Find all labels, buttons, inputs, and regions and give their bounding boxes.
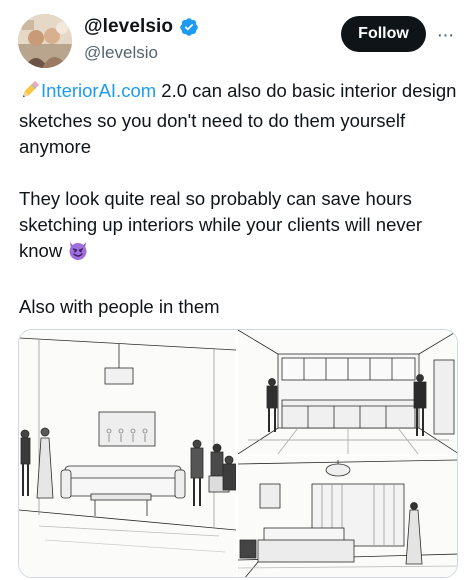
tweet-paragraph-3: Also with people in them bbox=[19, 296, 220, 317]
handle[interactable]: @levelsio bbox=[84, 43, 199, 63]
interiorai-link[interactable]: InteriorAI.com bbox=[41, 80, 156, 101]
kitchen-sketch[interactable] bbox=[238, 330, 457, 454]
author-names: @levelsio @levelsio bbox=[84, 16, 199, 63]
tweet-text: InteriorAI.com 2.0 can also do basic int… bbox=[19, 78, 459, 320]
tweet-header: @levelsio @levelsio Follow ··· bbox=[0, 0, 475, 80]
avatar[interactable] bbox=[18, 14, 72, 68]
more-icon[interactable]: ··· bbox=[432, 22, 458, 48]
media-grid bbox=[18, 329, 458, 578]
bedroom-sketch[interactable] bbox=[238, 456, 457, 577]
display-name[interactable]: @levelsio bbox=[84, 16, 173, 38]
living-room-sketch[interactable] bbox=[19, 330, 236, 577]
avatar-photo-icon bbox=[18, 14, 72, 68]
tweet-paragraph-1: InteriorAI.com 2.0 can also do basic int… bbox=[19, 78, 459, 160]
tweet-paragraph-2: They look quite real so probably can sav… bbox=[19, 186, 459, 268]
verified-badge-icon bbox=[179, 17, 199, 37]
pencil-icon bbox=[19, 79, 41, 108]
smiling-devil-icon bbox=[67, 239, 89, 268]
follow-button[interactable]: Follow bbox=[341, 16, 426, 52]
